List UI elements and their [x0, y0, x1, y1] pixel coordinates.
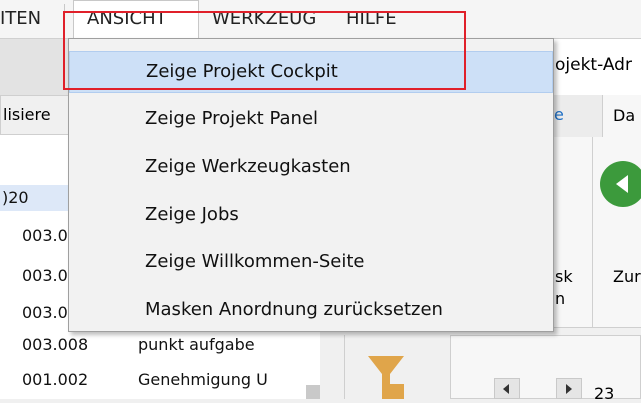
tree-text: Genehmigung U — [138, 370, 268, 389]
menu-option-show-jobs[interactable]: Zeige Jobs — [69, 194, 553, 236]
tree-code: 003.008 — [22, 335, 89, 354]
tree-code: 001.002 — [22, 370, 89, 389]
menu-option-show-project-cockpit[interactable]: Zeige Projekt Cockpit — [69, 51, 553, 93]
tree-row[interactable]: 003.0 — [22, 266, 68, 285]
menu-item-ansicht[interactable]: ANSICHT — [73, 0, 199, 38]
menu-item-hilfe[interactable]: HILFE — [346, 0, 426, 38]
next-page-button[interactable] — [556, 378, 582, 399]
tree-row[interactable]: 003.0 — [22, 303, 68, 322]
ribbon-label-n: n — [555, 289, 566, 308]
tree-row[interactable]: 003.008 punkt aufgabe — [22, 335, 255, 354]
ribbon-label-sk: sk — [555, 267, 573, 286]
menu-option-show-welcome-page[interactable]: Zeige Willkommen-Seite — [69, 241, 553, 283]
tree-row[interactable]: 001.002 Genehmigung U — [22, 370, 268, 389]
filter-icon[interactable] — [368, 356, 404, 399]
document-tab-label: ojekt-Adr — [555, 55, 632, 75]
ansicht-dropdown-menu: Zeige Projekt Cockpit Zeige Projekt Pane… — [68, 38, 554, 332]
menu-item-werkzeug[interactable]: WERKZEUG — [212, 0, 332, 38]
menu-item-iten[interactable]: ITEN — [0, 0, 62, 38]
panel-header-label: lisiere — [3, 105, 51, 124]
tree-code: 003.0 — [22, 303, 68, 322]
tree-code: 003.0 — [22, 266, 68, 285]
menu-bar: ITEN ANSICHT WERKZEUG HILFE — [0, 0, 641, 38]
previous-page-button[interactable] — [494, 378, 520, 399]
tree-code: 003.0 — [22, 226, 68, 245]
back-button-label: Zur — [613, 267, 641, 286]
menu-option-show-project-panel[interactable]: Zeige Projekt Panel — [69, 98, 553, 140]
tab-e[interactable]: e — [554, 95, 564, 135]
tree-row[interactable]: 003.0 — [22, 226, 68, 245]
menu-option-show-toolbox[interactable]: Zeige Werkzeugkasten — [69, 146, 553, 188]
back-arrow-icon[interactable] — [600, 161, 641, 207]
page-number: 23 — [594, 384, 615, 403]
divider — [344, 335, 345, 399]
scrollbar-thumb[interactable] — [306, 385, 320, 399]
tab-da[interactable]: Da — [602, 95, 641, 137]
menu-separator — [64, 4, 65, 34]
tab-da-label: Da — [613, 106, 636, 125]
menu-option-reset-layout[interactable]: Masken Anordnung zurücksetzen — [69, 289, 553, 331]
ribbon-divider — [592, 137, 593, 327]
tree-code: )20 — [2, 188, 29, 207]
document-tab[interactable]: ojekt-Adr — [548, 39, 641, 95]
chevron-right-icon — [566, 384, 572, 394]
chevron-left-icon — [503, 384, 509, 394]
tree-text: punkt aufgabe — [138, 335, 255, 354]
